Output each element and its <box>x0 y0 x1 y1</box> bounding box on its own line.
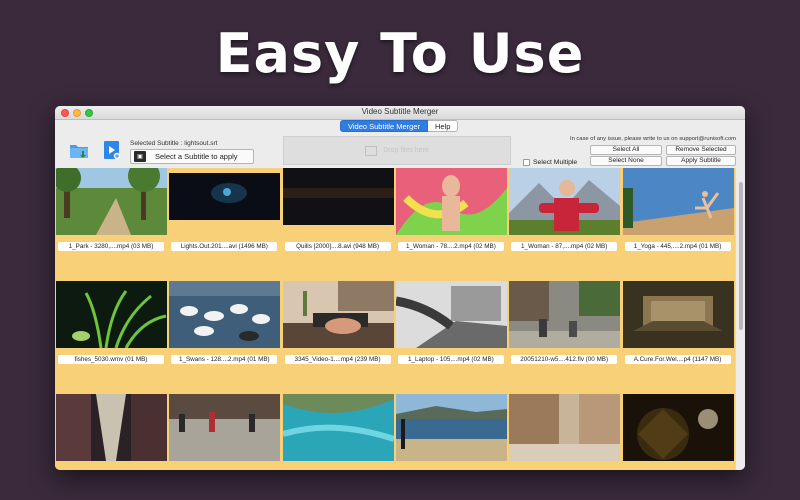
file-tile[interactable]: 20051210-w5....412.flv (00 MB) <box>508 281 621 394</box>
select-all-button[interactable]: Select All <box>590 145 662 155</box>
app-window: Video Subtitle Merger Video Subtitle Mer… <box>55 106 745 470</box>
file-thumbnail[interactable] <box>169 281 281 348</box>
file-tile[interactable]: 1_Laptop - 105....mp4 (02 MB) <box>395 281 508 394</box>
file-thumbnail[interactable] <box>622 281 734 348</box>
headline: Easy To Use <box>215 22 585 85</box>
file-tile[interactable]: 1_Swans - 128....2.mp4 (01 MB) <box>168 281 281 394</box>
file-thumbnail[interactable] <box>169 394 281 461</box>
drop-zone[interactable]: Drop files here <box>283 136 511 165</box>
subtitle-icon: ▣ <box>134 151 146 162</box>
file-thumbnail[interactable] <box>395 168 507 235</box>
file-tile[interactable]: Lights.Out.201....avi (1496 MB) <box>168 168 281 281</box>
support-note: In case of any issue, please write to us… <box>569 136 736 142</box>
file-thumbnail[interactable] <box>395 394 507 461</box>
file-tile[interactable] <box>622 394 735 470</box>
file-tile[interactable] <box>55 394 168 470</box>
file-grid: 1_Park - 3280,....mp4 (03 MB) Lights.Out.… <box>55 168 735 470</box>
file-thumbnail[interactable] <box>509 168 621 235</box>
add-folder-icon[interactable] <box>69 142 89 159</box>
toolbar: Video Subtitle Merger Help Selected Subt… <box>55 120 745 168</box>
selected-subtitle-label: Selected Subtitle : lightsout.srt <box>130 140 218 147</box>
drop-box-icon <box>365 145 378 156</box>
file-caption: 1_Woman - 78....2.mp4 (02 MB) <box>397 242 504 251</box>
file-tile[interactable] <box>508 394 621 470</box>
file-thumbnail[interactable] <box>282 168 394 235</box>
select-subtitle-button[interactable]: ▣ Select a Subtitle to apply <box>130 149 254 164</box>
file-caption: fishes_5030.wmv (01 MB) <box>58 355 164 364</box>
file-tile[interactable]: Quills [2000]....8.avi (948 MB) <box>282 168 395 281</box>
scroll-thumb[interactable] <box>739 182 743 330</box>
tab-video-subtitle-merger[interactable]: Video Subtitle Merger <box>340 120 428 132</box>
file-caption: 1_Laptop - 105....mp4 (02 MB) <box>397 355 504 364</box>
title-bar: Video Subtitle Merger <box>55 106 745 120</box>
file-tile[interactable] <box>395 394 508 470</box>
file-caption: Lights.Out.201....avi (1496 MB) <box>171 242 278 251</box>
tab-help[interactable]: Help <box>428 120 459 132</box>
file-tile[interactable] <box>168 394 281 470</box>
remove-selected-button[interactable]: Remove Selected <box>666 145 736 155</box>
file-thumbnail[interactable] <box>509 394 621 461</box>
add-video-icon[interactable] <box>103 140 121 160</box>
file-caption: 1_Woman - 87,....mp4 (02 MB) <box>511 242 618 251</box>
file-tile[interactable] <box>282 394 395 470</box>
file-thumbnail[interactable] <box>56 168 167 235</box>
drop-zone-label: Drop files here <box>383 147 429 154</box>
file-caption: Quills [2000]....8.avi (948 MB) <box>284 242 391 251</box>
file-caption: 3345_Video-1....mp4 (239 MB) <box>284 355 391 364</box>
file-thumbnail[interactable] <box>282 281 394 348</box>
file-thumbnail[interactable] <box>509 281 621 348</box>
file-caption: 1_Park - 3280,....mp4 (03 MB) <box>58 242 164 251</box>
file-caption: 1_Yoga - 445,....2.mp4 (01 MB) <box>624 242 731 251</box>
file-caption: 20051210-w5....412.flv (00 MB) <box>511 355 618 364</box>
file-thumbnail[interactable] <box>56 281 167 348</box>
file-tile[interactable]: 1_Yoga - 445,....2.mp4 (01 MB) <box>622 168 735 281</box>
file-thumbnail[interactable] <box>622 394 734 461</box>
file-tile[interactable]: fishes_5030.wmv (01 MB) <box>55 281 168 394</box>
main-tabs: Video Subtitle Merger Help <box>340 120 459 132</box>
file-tile[interactable]: A.Cure.For.Wel....p4 (1147 MB) <box>622 281 735 394</box>
file-thumbnail[interactable] <box>56 394 167 461</box>
file-tile[interactable]: 3345_Video-1....mp4 (239 MB) <box>282 281 395 394</box>
select-none-button[interactable]: Select None <box>590 156 662 166</box>
select-multiple-label: Select Multiple <box>533 159 578 166</box>
file-caption: A.Cure.For.Wel....p4 (1147 MB) <box>624 355 731 364</box>
apply-subtitle-button[interactable]: Apply Subtitle <box>666 156 736 166</box>
file-tile[interactable]: 1_Park - 3280,....mp4 (03 MB) <box>55 168 168 281</box>
file-caption: 1_Swans - 128....2.mp4 (01 MB) <box>171 355 278 364</box>
file-thumbnail[interactable] <box>282 394 394 461</box>
file-tile[interactable]: 1_Woman - 87,....mp4 (02 MB) <box>508 168 621 281</box>
select-multiple-toggle[interactable]: Select Multiple <box>523 159 577 166</box>
select-multiple-checkbox[interactable] <box>523 159 530 166</box>
file-tile[interactable]: 1_Woman - 78....2.mp4 (02 MB) <box>395 168 508 281</box>
window-title: Video Subtitle Merger <box>361 107 439 116</box>
file-thumbnail[interactable] <box>395 281 507 348</box>
file-thumbnail[interactable] <box>169 168 281 235</box>
file-thumbnail[interactable] <box>622 168 734 235</box>
vertical-scrollbar[interactable] <box>735 168 745 470</box>
select-subtitle-label: Select a Subtitle to apply <box>155 152 238 161</box>
